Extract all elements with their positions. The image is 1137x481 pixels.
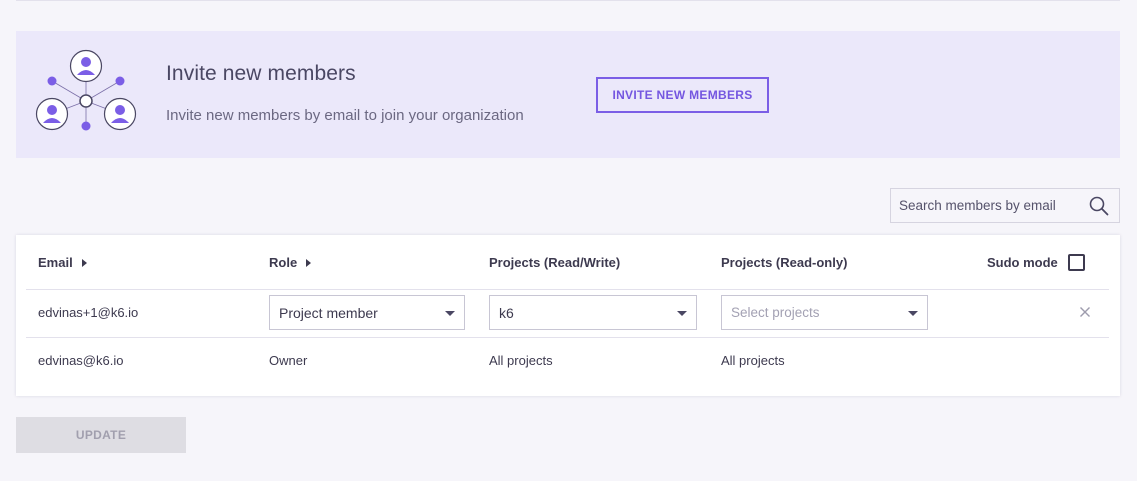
projects-rw-column-header: Projects (Read/Write) (489, 255, 620, 270)
projects-ro-column-header: Projects (Read-only) (721, 255, 847, 270)
sudo-mode-checkbox[interactable] (1068, 254, 1085, 271)
chevron-down-icon (677, 311, 687, 316)
member-role: Owner (269, 353, 308, 368)
projects-ro-header-label: Projects (Read-only) (721, 255, 848, 270)
member-projects-ro: All projects (721, 353, 785, 368)
chevron-down-icon (908, 311, 918, 316)
sort-caret-icon (306, 258, 312, 267)
member-projects-rw: All projects (489, 353, 553, 368)
invite-banner: Invite new members Invite new members by… (16, 31, 1120, 158)
email-column-header[interactable]: Email (38, 255, 87, 270)
team-network-icon (35, 49, 137, 131)
email-header-label: Email (38, 255, 73, 270)
projects-rw-select[interactable]: k6 (489, 295, 697, 330)
close-icon[interactable] (1079, 306, 1091, 318)
top-divider (16, 0, 1120, 1)
members-table: Email Role Projects (Read/Write) Project… (16, 235, 1120, 396)
projects-rw-select-value: k6 (499, 305, 514, 321)
sudo-header-label: Sudo mode (987, 255, 1058, 270)
header-divider (26, 289, 1109, 290)
role-select-value: Project member (279, 305, 378, 321)
member-search (890, 188, 1120, 223)
role-select[interactable]: Project member (269, 295, 465, 330)
invite-new-members-button[interactable]: INVITE NEW MEMBERS (596, 77, 769, 113)
projects-ro-select[interactable]: Select projects (721, 295, 928, 330)
invite-title: Invite new members (166, 62, 356, 85)
search-icon[interactable] (1089, 196, 1109, 216)
member-email: edvinas+1@k6.io (38, 305, 139, 320)
search-input[interactable] (891, 189, 1089, 222)
row-divider (26, 337, 1109, 338)
role-column-header[interactable]: Role (269, 255, 312, 270)
projects-ro-select-placeholder: Select projects (731, 305, 820, 320)
sudo-column-header: Sudo mode (987, 255, 1058, 270)
projects-rw-header-label: Projects (Read/Write) (489, 255, 621, 270)
update-button[interactable]: UPDATE (16, 417, 186, 453)
role-header-label: Role (269, 255, 298, 270)
invite-description: Invite new members by email to join your… (166, 107, 524, 124)
member-email: edvinas@k6.io (38, 353, 124, 368)
chevron-down-icon (445, 311, 455, 316)
sort-caret-icon (81, 258, 87, 267)
